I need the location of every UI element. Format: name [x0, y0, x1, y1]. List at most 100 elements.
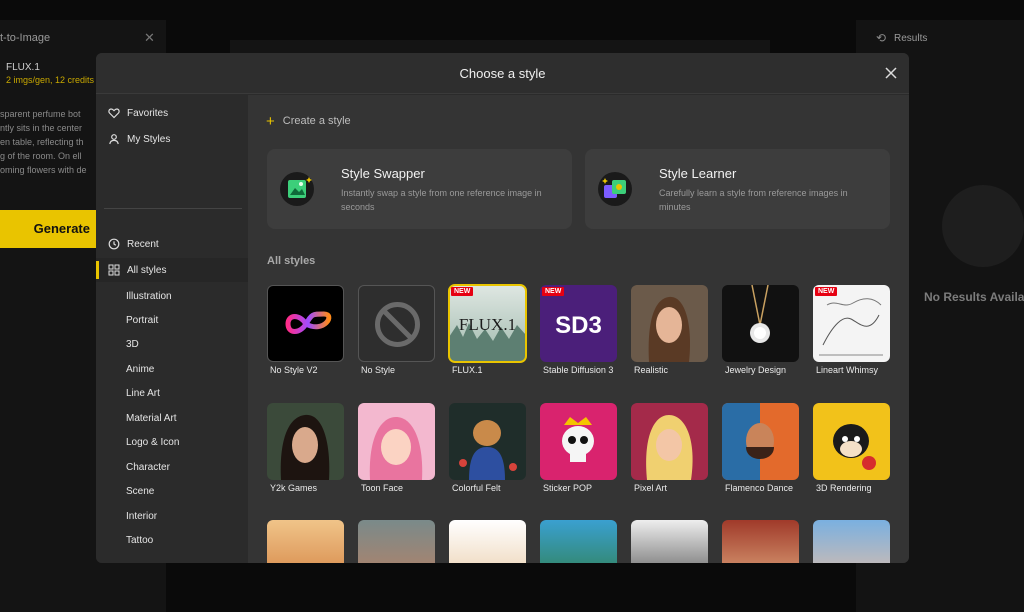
- style-label: No Style: [361, 365, 396, 375]
- sidebar-item-character[interactable]: Character: [96, 455, 248, 479]
- style-thumbnail: [540, 403, 617, 480]
- sidebar-item-tattoo[interactable]: Tattoo: [96, 528, 248, 552]
- style-label: FLUX.1: [452, 365, 483, 375]
- style-label: Colorful Felt: [452, 483, 501, 493]
- style-tile[interactable]: [358, 520, 435, 563]
- palette-learn-icon: [597, 171, 633, 207]
- style-label: Flamenco Dance: [725, 483, 794, 493]
- style-thumbnail: [267, 285, 344, 362]
- heart-icon: [108, 107, 120, 119]
- sidebar-item-interior[interactable]: Interior: [96, 504, 248, 528]
- style-tile[interactable]: Realistic: [631, 285, 708, 376]
- style-thumbnail: [722, 285, 799, 362]
- sidebar-item-favorites[interactable]: Favorites: [96, 101, 248, 125]
- modal-header: Choose a style: [96, 53, 909, 94]
- style-tile[interactable]: No Style V2: [267, 285, 344, 376]
- no-results-text: No Results Availa: [924, 290, 1024, 304]
- style-label: No Style V2: [270, 365, 318, 375]
- style-label: Pixel Art: [634, 483, 668, 493]
- prompt-text: sparent perfume bot ntly sits in the cen…: [0, 109, 87, 175]
- sidebar-item-portrait[interactable]: Portrait: [96, 308, 248, 332]
- sidebar-item-label: Favorites: [127, 107, 169, 119]
- user-icon: [108, 133, 120, 145]
- style-thumbnail: [449, 520, 526, 563]
- style-thumbnail: [449, 403, 526, 480]
- style-sidebar: Favorites My Styles Recent All styles Il…: [96, 95, 248, 563]
- card-description: Carefully learn a style from reference i…: [659, 188, 848, 212]
- style-picker-modal: Choose a style Favorites My Styles Recen…: [96, 53, 909, 563]
- style-thumbnail: [358, 403, 435, 480]
- style-label: Y2k Games: [270, 483, 318, 493]
- style-tile[interactable]: FLUX.1 NEW FLUX.1: [448, 284, 527, 376]
- new-badge: NEW: [815, 287, 838, 296]
- style-tile[interactable]: [813, 520, 890, 563]
- card-description: Instantly swap a style from one referenc…: [341, 188, 542, 212]
- plus-icon: +: [266, 112, 275, 130]
- svg-text:SD3: SD3: [555, 312, 602, 339]
- style-tile[interactable]: Toon Face: [358, 403, 435, 494]
- clock-icon: [108, 238, 120, 250]
- style-tile[interactable]: SD3 NEW Stable Diffusion 3: [540, 285, 617, 376]
- style-tile[interactable]: [267, 520, 344, 563]
- image-swap-icon: [279, 171, 315, 207]
- style-label: Realistic: [634, 365, 669, 375]
- style-tile[interactable]: [722, 520, 799, 563]
- style-tile[interactable]: Y2k Games: [267, 403, 344, 494]
- sidebar-item-scene[interactable]: Scene: [96, 479, 248, 503]
- style-label: Stable Diffusion 3: [543, 365, 614, 375]
- sidebar-item-line-art[interactable]: Line Art: [96, 381, 248, 405]
- sidebar-item-label: Recent: [127, 238, 159, 250]
- grid-icon: [108, 264, 120, 276]
- panel-title: t-to-Image: [0, 32, 51, 44]
- sidebar-item-recent[interactable]: Recent: [96, 232, 248, 256]
- sidebar-item-my-styles[interactable]: My Styles: [96, 127, 248, 151]
- close-icon[interactable]: [882, 64, 900, 82]
- sidebar-item-label: All styles: [127, 264, 167, 276]
- history-icon: ⟲: [876, 31, 887, 45]
- sidebar-item-material-art[interactable]: Material Art: [96, 406, 248, 430]
- style-gallery: + Create a style Style Swapper Instantly…: [248, 95, 909, 563]
- credits-info: 2 imgs/gen, 12 credits: [6, 75, 95, 85]
- style-label: 3D Rendering: [816, 483, 872, 493]
- style-tile[interactable]: [540, 520, 617, 563]
- top-bar: [230, 40, 770, 54]
- close-icon[interactable]: ✕: [144, 30, 155, 46]
- style-tile[interactable]: 3D Rendering: [813, 403, 890, 494]
- create-style-button[interactable]: + Create a style: [266, 112, 351, 130]
- model-name: FLUX.1: [6, 62, 40, 73]
- sidebar-item-logo-icon[interactable]: Logo & Icon: [96, 430, 248, 454]
- style-thumbnail: [267, 520, 344, 563]
- style-thumbnail: [267, 403, 344, 480]
- empty-illustration: [942, 185, 1024, 267]
- style-thumbnail: SD3 NEW: [540, 285, 617, 362]
- style-tile[interactable]: Colorful Felt: [449, 403, 526, 494]
- style-tile[interactable]: Jewelry Design: [722, 285, 799, 376]
- style-tile[interactable]: Flamenco Dance: [722, 403, 799, 494]
- style-tile[interactable]: NEW Lineart Whimsy: [813, 285, 890, 376]
- style-tile[interactable]: No Style: [358, 285, 435, 376]
- card-title: Style Learner: [659, 166, 737, 181]
- sidebar-divider: [104, 208, 242, 209]
- style-tile[interactable]: Sticker POP: [540, 403, 617, 494]
- sidebar-item-3d[interactable]: 3D: [96, 332, 248, 356]
- style-tile[interactable]: Pixel Art: [631, 403, 708, 494]
- ban-icon: [375, 302, 420, 347]
- style-label: Toon Face: [361, 483, 404, 493]
- new-badge: NEW: [451, 287, 474, 296]
- style-thumbnail: [813, 403, 890, 480]
- style-thumbnail: [358, 285, 435, 362]
- style-tile[interactable]: [449, 520, 526, 563]
- svg-text:FLUX.1: FLUX.1: [459, 315, 516, 334]
- style-label: Jewelry Design: [725, 365, 787, 375]
- sidebar-item-anime[interactable]: Anime: [96, 357, 248, 381]
- style-thumbnail: [631, 403, 708, 480]
- style-tile[interactable]: [631, 520, 708, 563]
- style-thumbnail: NEW: [813, 285, 890, 362]
- sidebar-item-illustration[interactable]: Illustration: [96, 284, 248, 308]
- style-learner-card[interactable]: Style Learner Carefully learn a style fr…: [585, 149, 890, 229]
- sidebar-item-all-styles[interactable]: All styles: [96, 258, 248, 282]
- new-badge: NEW: [542, 287, 565, 296]
- style-swapper-card[interactable]: Style Swapper Instantly swap a style fro…: [267, 149, 572, 229]
- style-thumbnail: [722, 520, 799, 563]
- style-label: Lineart Whimsy: [816, 365, 879, 375]
